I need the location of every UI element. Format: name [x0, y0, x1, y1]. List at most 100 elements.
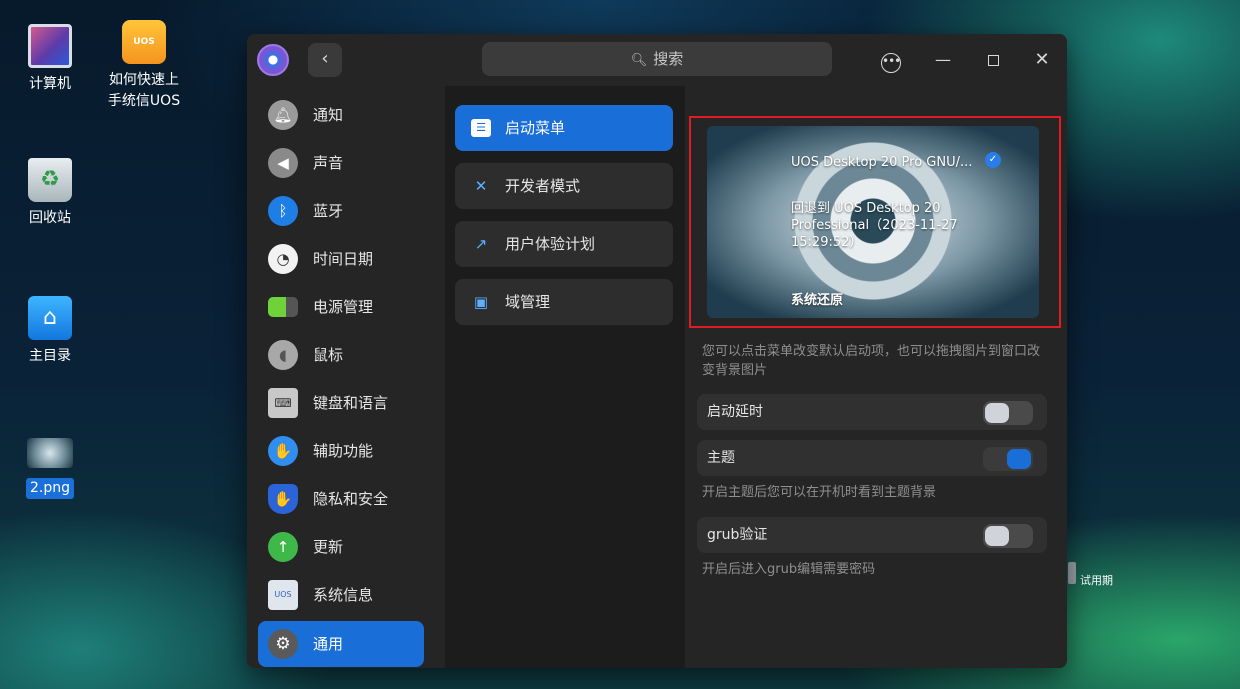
sidebar-item-keyboard[interactable]: ⌨ 键盘和语言: [258, 380, 424, 426]
uos-guide-icon: UOS: [122, 20, 166, 64]
home-folder-icon: ⌂: [28, 296, 72, 340]
update-icon: ↑: [268, 532, 298, 562]
theme-label: 主题: [707, 450, 735, 466]
submenu-item-boot-menu[interactable]: ☰ 启动菜单: [455, 105, 673, 151]
sidebar-item-label: 声音: [313, 154, 344, 172]
sidebar-item-label: 系统信息: [313, 586, 374, 604]
theme-row: 主题: [697, 440, 1047, 476]
more-icon: •••: [881, 53, 901, 73]
submenu-item-label: 开发者模式: [505, 177, 581, 195]
sidebar-item-update[interactable]: ↑ 更新: [258, 524, 424, 570]
titlebar: ‹ 🔍︎ 搜索 ••• — ✕: [247, 34, 1067, 86]
search-input[interactable]: 🔍︎ 搜索: [482, 42, 832, 76]
sidebar-item-label: 鼠标: [313, 346, 344, 364]
maximize-icon: [987, 55, 999, 66]
grub-auth-row: grub验证: [697, 517, 1047, 553]
boot-delay-toggle[interactable]: [983, 401, 1033, 425]
desktop-home-icon[interactable]: ⌂ 主目录: [2, 296, 98, 367]
back-button[interactable]: ‹: [308, 43, 342, 77]
toggle-knob: [985, 526, 1009, 546]
submenu-item-label: 启动菜单: [505, 119, 566, 137]
sidebar-item-power[interactable]: 电源管理: [258, 284, 424, 330]
toggle-knob: [985, 403, 1009, 423]
theme-toggle[interactable]: [983, 447, 1033, 471]
boot-menu-settings: UOS Desktop 20 Pro GNU/... ✓ 回退到 UOS Des…: [687, 86, 1067, 668]
submenu-item-domain[interactable]: ▣ 域管理: [455, 279, 673, 325]
boot-entry-restore[interactable]: 系统还原: [791, 292, 843, 309]
sidebar-item-accessibility[interactable]: ✋ 辅助功能: [258, 428, 424, 474]
sidebar-item-label: 隐私和安全: [313, 490, 389, 508]
search-icon: 🔍︎: [630, 53, 648, 68]
system-info-icon: UOS: [268, 580, 298, 610]
trial-label: 试用期: [1080, 574, 1113, 587]
sidebar-item-system-info[interactable]: UOS 系统信息: [258, 572, 424, 618]
sidebar-item-datetime[interactable]: ◔ 时间日期: [258, 236, 424, 282]
submenu-item-user-experience[interactable]: ↗ 用户体验计划: [455, 221, 673, 267]
desktop-icon-label: 主目录: [29, 348, 71, 364]
desktop-icon-label: 计算机: [29, 76, 71, 92]
sidebar-item-label: 键盘和语言: [313, 394, 389, 412]
clock-icon: ◔: [268, 244, 298, 274]
bluetooth-icon: ᛒ: [268, 196, 298, 226]
control-center-window: ‹ 🔍︎ 搜索 ••• — ✕ 🔔︎ 通知 ◀ 声音 ᛒ 蓝牙 ◔ 时间日期 电源…: [247, 34, 1067, 668]
submenu-item-label: 用户体验计划: [505, 235, 596, 253]
sidebar-item-label: 更新: [313, 538, 344, 556]
desktop-trash-icon[interactable]: ♻ 回收站: [2, 158, 98, 229]
mouse-icon: ◖: [268, 340, 298, 370]
grub-auth-hint-text: 开启后进入grub编辑需要密码: [702, 562, 876, 577]
image-file-icon: [27, 438, 73, 468]
sidebar-item-label: 辅助功能: [313, 442, 374, 460]
boot-hint-text: 您可以点击菜单改变默认启动项，也可以拖拽图片到窗口改变背景图片: [702, 344, 1041, 378]
sidebar-item-bluetooth[interactable]: ᛒ 蓝牙: [258, 188, 424, 234]
desktop-computer-icon[interactable]: 计算机: [2, 24, 98, 95]
tools-icon: ✕: [474, 177, 488, 195]
sidebar-item-label: 蓝牙: [313, 202, 344, 220]
computer-icon: [28, 24, 72, 68]
submenu-item-label: 域管理: [505, 293, 551, 311]
desktop-png-file-icon[interactable]: 2.png: [2, 438, 98, 499]
trash-icon: ♻: [28, 158, 72, 202]
general-submenu: ☰ 启动菜单 ✕ 开发者模式 ↗ 用户体验计划 ▣ 域管理: [445, 86, 685, 668]
desktop-icon-label: 回收站: [29, 210, 71, 226]
domain-icon: ▣: [473, 293, 489, 311]
gear-icon: ⚙: [268, 629, 298, 659]
desktop-uos-guide-icon[interactable]: UOS 如何快速上手统信UOS: [96, 20, 192, 112]
checkmark-icon: ✓: [985, 152, 1001, 168]
close-button[interactable]: ✕: [1028, 46, 1056, 74]
maximize-button[interactable]: [979, 46, 1007, 74]
search-placeholder: 搜索: [653, 50, 684, 68]
bell-icon: 🔔︎: [268, 100, 298, 130]
sidebar-item-sound[interactable]: ◀ 声音: [258, 140, 424, 186]
speaker-icon: ◀: [268, 148, 298, 178]
sidebar-item-label: 时间日期: [313, 250, 374, 268]
grub-auth-toggle[interactable]: [983, 524, 1033, 548]
toggle-knob: [1007, 449, 1031, 469]
shield-icon: ✋: [268, 484, 298, 514]
theme-hint-text: 开启主题后您可以在开机时看到主题背景: [702, 485, 937, 500]
desktop-icon-label: 2.png: [25, 478, 74, 499]
minimize-button[interactable]: —: [929, 46, 957, 74]
boot-delay-label: 启动延时: [707, 404, 763, 420]
boot-background-preview[interactable]: UOS Desktop 20 Pro GNU/... ✓ 回退到 UOS Des…: [707, 126, 1039, 318]
boot-entry-rollback[interactable]: 回退到 UOS Desktop 20 Professional（2023-11-…: [791, 200, 971, 251]
sidebar-item-label: 电源管理: [313, 298, 374, 316]
sidebar-item-privacy[interactable]: ✋ 隐私和安全: [258, 476, 424, 522]
sidebar-item-label: 通知: [313, 106, 344, 124]
sidebar-item-notification[interactable]: 🔔︎ 通知: [258, 92, 424, 138]
sidebar-item-mouse[interactable]: ◖ 鼠标: [258, 332, 424, 378]
accessibility-icon: ✋: [268, 436, 298, 466]
grub-auth-label: grub验证: [707, 527, 768, 543]
boot-preview-frame: UOS Desktop 20 Pro GNU/... ✓ 回退到 UOS Des…: [689, 116, 1061, 328]
keyboard-icon: ⌨: [268, 388, 298, 418]
sidebar-item-label: 通用: [313, 635, 344, 653]
submenu-item-developer-mode[interactable]: ✕ 开发者模式: [455, 163, 673, 209]
sidebar-item-general[interactable]: ⚙ 通用: [258, 621, 424, 667]
boot-entry-default[interactable]: UOS Desktop 20 Pro GNU/...: [791, 154, 971, 171]
control-center-logo-icon: [257, 44, 289, 76]
desktop-icon-label: 如何快速上手统信UOS: [107, 72, 181, 109]
battery-icon: [268, 297, 298, 317]
trial-indicator: [1068, 562, 1076, 584]
boot-delay-row: 启动延时: [697, 394, 1047, 430]
more-menu-button[interactable]: •••: [877, 46, 905, 74]
sidebar: 🔔︎ 通知 ◀ 声音 ᛒ 蓝牙 ◔ 时间日期 电源管理 ◖ 鼠标 ⌨ 键盘和语言…: [247, 86, 435, 668]
